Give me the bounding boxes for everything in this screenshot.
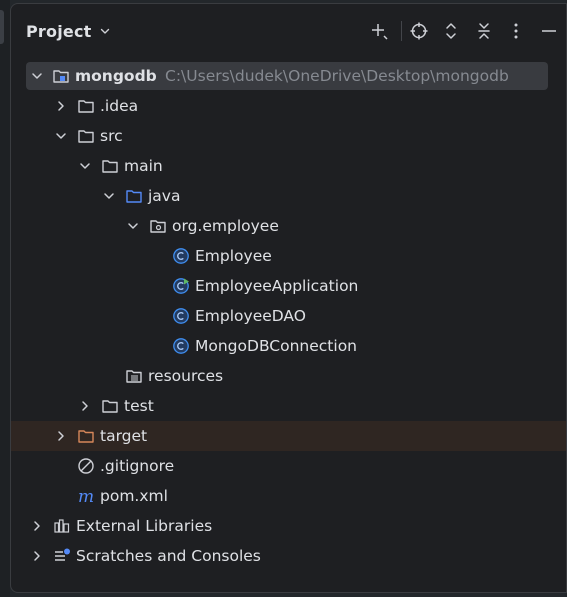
chevron-right-icon[interactable] — [30, 519, 44, 533]
tree-node-target[interactable]: target — [11, 421, 566, 451]
folder-icon — [78, 130, 94, 143]
toolbar-separator — [401, 21, 402, 41]
chevron-right-icon[interactable] — [30, 549, 44, 563]
chevron-down-icon[interactable] — [102, 189, 116, 203]
class-icon — [173, 338, 189, 354]
project-header: Project — [11, 4, 566, 58]
chevron-down-icon[interactable] — [54, 129, 68, 143]
module-folder-icon — [53, 70, 69, 83]
tree-label: Employee — [195, 247, 272, 265]
collapse-all-icon[interactable] — [473, 20, 495, 42]
tree-node-gitignore[interactable]: .gitignore — [11, 451, 566, 481]
chevron-down-icon[interactable] — [126, 219, 140, 233]
locate-icon[interactable] — [408, 20, 430, 42]
tree-node-mongodb[interactable]: mongodb C:\Users\dudek\OneDrive\Desktop\… — [11, 61, 566, 91]
source-folder-icon — [126, 190, 142, 203]
maven-icon: m — [78, 487, 94, 505]
tree-node-external-libraries[interactable]: External Libraries — [11, 511, 566, 541]
tree-node-pom[interactable]: m pom.xml — [11, 481, 566, 511]
scratches-icon — [55, 548, 70, 561]
tree-node-java[interactable]: java — [11, 181, 566, 211]
class-icon — [173, 308, 189, 324]
excluded-folder-icon — [78, 430, 94, 443]
tree-node-main[interactable]: main — [11, 151, 566, 181]
tree-label: org.employee — [172, 217, 279, 235]
chevron-down-icon[interactable] — [30, 69, 44, 83]
class-icon — [173, 248, 189, 264]
add-icon[interactable] — [368, 20, 390, 42]
expand-all-icon[interactable] — [440, 20, 462, 42]
chevron-down-icon — [99, 22, 111, 41]
project-tool-window: Project mongodb C:\Users\dudek\OneDrive\… — [10, 3, 567, 593]
svg-text:m: m — [78, 487, 94, 505]
tree-label: EmployeeDAO — [195, 307, 306, 325]
tree-label: main — [124, 157, 163, 175]
root-label: mongodb — [75, 67, 157, 85]
chevron-down-icon[interactable] — [78, 159, 92, 173]
tree-label: EmployeeApplication — [195, 277, 359, 295]
chevron-right-icon[interactable] — [78, 399, 92, 413]
chevron-right-icon[interactable] — [54, 429, 68, 443]
chevron-right-icon[interactable] — [54, 99, 68, 113]
tree-label: Scratches and Consoles — [76, 547, 261, 565]
tree-label: External Libraries — [76, 517, 213, 535]
tree-label: java — [148, 187, 181, 205]
tree-label: .gitignore — [100, 457, 175, 475]
tree-node-src[interactable]: src — [11, 121, 566, 151]
tree-label: resources — [148, 367, 224, 385]
tree-label: MongoDBConnection — [195, 337, 358, 355]
folder-icon — [102, 400, 118, 413]
left-tool-strip — [0, 0, 10, 597]
minimize-icon[interactable] — [538, 20, 560, 42]
tree-label: test — [124, 397, 154, 415]
tree-label: target — [100, 427, 148, 445]
folder-icon — [78, 100, 94, 113]
tree-node-employee[interactable]: Employee — [11, 241, 566, 271]
tree-node-idea[interactable]: .idea — [11, 91, 566, 121]
tree-node-test[interactable]: test — [11, 391, 566, 421]
folder-icon — [102, 160, 118, 173]
tool-strip-button[interactable] — [0, 10, 4, 44]
tree-node-employee-dao[interactable]: EmployeeDAO — [11, 301, 566, 331]
tree-node-scratches[interactable]: Scratches and Consoles — [11, 541, 566, 571]
ide-window: Project mongodb C:\Users\dudek\OneDrive\… — [0, 0, 567, 597]
tree-node-mongodb-connection[interactable]: MongoDBConnection — [11, 331, 566, 361]
root-path: C:\Users\dudek\OneDrive\Desktop\mongodb — [165, 67, 509, 85]
tree-label: pom.xml — [100, 487, 168, 505]
ignore-file-icon — [78, 458, 94, 474]
tree-node-employee-application[interactable]: EmployeeApplication — [11, 271, 566, 301]
tree-node-org-employee[interactable]: org.employee — [11, 211, 566, 241]
more-icon[interactable] — [505, 20, 527, 42]
runnable-class-icon — [173, 278, 189, 294]
tree-label: src — [100, 127, 123, 145]
tree-label: .idea — [100, 97, 139, 115]
project-view-selector[interactable]: Project — [26, 20, 111, 42]
panel-title: Project — [26, 21, 92, 41]
package-icon — [150, 220, 166, 233]
library-icon — [54, 519, 70, 533]
resources-folder-icon — [126, 370, 142, 383]
tree-node-resources[interactable]: resources — [11, 361, 566, 391]
